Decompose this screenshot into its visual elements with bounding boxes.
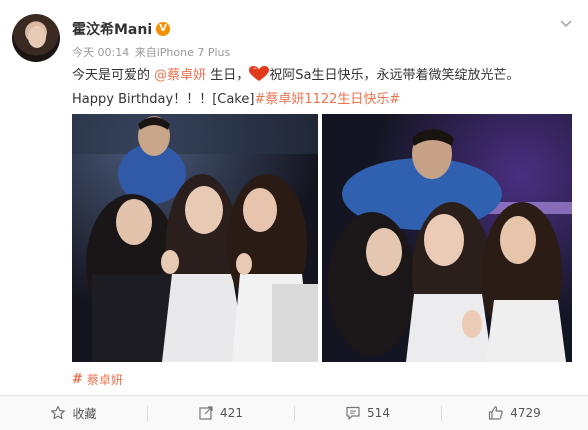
star-icon bbox=[51, 405, 66, 420]
thumbs-up-icon bbox=[489, 406, 503, 420]
mention-link[interactable]: @蔡卓妍 bbox=[154, 68, 206, 83]
avatar[interactable] bbox=[12, 14, 60, 62]
text-segment: 今天是可爱的 bbox=[72, 68, 155, 83]
heart-icon bbox=[249, 66, 270, 81]
text-segment: Happy Birthday！！！[Cake] bbox=[72, 92, 255, 107]
comment-icon bbox=[346, 406, 360, 420]
post-text-line2: Happy Birthday！！！[Cake]#蔡卓妍1122生日快乐# bbox=[72, 88, 572, 112]
post-text: 今天是可爱的 @蔡卓妍 生日， 祝阿Sa生日快乐，永远带着微笑绽放光芒。 Happ… bbox=[72, 64, 572, 112]
favorite-button[interactable]: 收藏 bbox=[0, 396, 147, 430]
post-meta: 今天 00:14 来自iPhone 7 Plus bbox=[72, 44, 230, 60]
hash-icon: # bbox=[72, 371, 83, 387]
weibo-post-card: 霍汶希Mani V 今天 00:14 来自iPhone 7 Plus 今天是可爱… bbox=[0, 0, 588, 430]
photo-left[interactable] bbox=[72, 114, 318, 362]
post-source: 来自iPhone 7 Plus bbox=[134, 46, 231, 59]
comment-count: 514 bbox=[367, 406, 390, 420]
post-time[interactable]: 今天 00:14 bbox=[72, 46, 129, 59]
avatar-face bbox=[28, 26, 46, 48]
verified-badge-icon: V bbox=[156, 22, 171, 36]
text-segment: 生日， bbox=[206, 68, 250, 83]
post-text-line1: 今天是可爱的 @蔡卓妍 生日， 祝阿Sa生日快乐，永远带着微笑绽放光芒。 bbox=[72, 64, 572, 88]
username[interactable]: 霍汶希Mani bbox=[72, 19, 152, 39]
like-count: 4729 bbox=[510, 406, 541, 420]
repost-button[interactable]: 421 bbox=[147, 396, 294, 430]
topic-name: 蔡卓妍 bbox=[86, 372, 123, 387]
repost-count: 421 bbox=[220, 406, 243, 420]
username-row: 霍汶希Mani V bbox=[72, 19, 171, 39]
photo-right[interactable] bbox=[322, 114, 572, 362]
topic-tag[interactable]: # 蔡卓妍 bbox=[72, 370, 123, 388]
like-button[interactable]: 4729 bbox=[441, 396, 588, 430]
favorite-label: 收藏 bbox=[72, 406, 97, 421]
hashtag-link[interactable]: #蔡卓妍1122生日快乐# bbox=[254, 92, 400, 107]
chevron-down-icon[interactable] bbox=[556, 14, 576, 34]
comment-button[interactable]: 514 bbox=[294, 396, 441, 430]
text-segment: 祝阿Sa生日快乐，永远带着微笑绽放光芒。 bbox=[269, 68, 520, 83]
repost-icon bbox=[199, 406, 213, 420]
action-bar: 收藏 421 514 4729 bbox=[0, 395, 588, 430]
